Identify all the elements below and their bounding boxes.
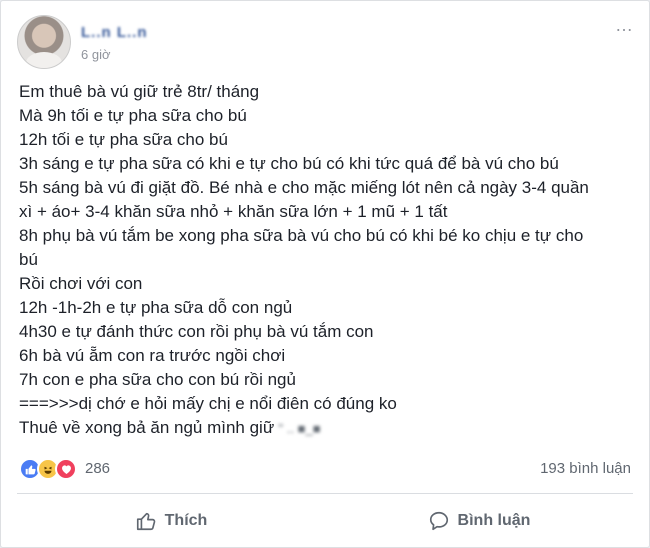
post-line: 8h phụ bà vú tắm be xong pha sữa bà vú c… [19,226,584,245]
post-line: 12h -1h-2h e tự pha sữa dỗ con ngủ [19,298,293,317]
post-line-last: Thuê về xong bả ăn ngủ mình giữ '' .. ■_■ [19,416,633,441]
thumbs-up-icon [136,512,155,531]
comment-icon [429,511,448,531]
post-line: 4h30 e tự đánh thức con rồi phụ bà vú tắ… [19,322,374,341]
comment-button-label: Bình luận [457,512,531,529]
divider [17,493,633,494]
like-button-label: Thích [164,512,208,529]
post-time[interactable]: 6 giờ [81,47,111,62]
blurred-text: '' .. ■_■ [278,421,321,436]
post-line: 12h tối e tự pha sữa cho bú [19,130,228,149]
love-reaction-icon [55,458,77,480]
post-line: xì + áo+ 3-4 khăn sữa nhỏ + khăn sữa lớn… [19,202,448,221]
reaction-count[interactable]: 286 [85,460,110,477]
post-line: ===>>>dị chớ e hỏi mấy chị e nổi điên có… [19,394,397,413]
like-button[interactable]: Thích [17,501,325,541]
comment-button[interactable]: Bình luận [325,501,633,541]
comment-count[interactable]: 193 bình luận [540,460,631,477]
post-line: 7h con e pha sữa cho con bú rồi ngủ [19,370,296,389]
post-line: Mà 9h tối e tự pha sữa cho bú [19,106,247,125]
post-line: bú [19,250,38,269]
more-options-icon[interactable]: … [615,16,633,34]
post-line: 5h sáng bà vú đi giặt đồ. Bé nhà e cho m… [19,178,589,197]
post-header: L..n L..n 6 giờ … [17,15,633,69]
post-line: Rồi chơi với con [19,274,143,293]
post-actions: Thích Bình luận [17,501,633,541]
post-line: 6h bà vú ẵm con ra trước ngồi chơi [19,346,286,365]
post-stats: 286 193 bình luận [19,458,633,482]
post-line: Em thuê bà vú giữ trẻ 8tr/ tháng [19,82,260,101]
author-avatar[interactable] [17,15,71,69]
post-body: Em thuê bà vú giữ trẻ 8tr/ tháng Mà 9h t… [19,80,633,441]
author-name[interactable]: L..n L..n [81,24,148,41]
post-line: 3h sáng e tự pha sữa có khi e tự cho bú … [19,154,559,173]
post-card: L..n L..n 6 giờ … Em thuê bà vú giữ trẻ … [0,0,650,548]
post-line-text: Thuê về xong bả ăn ngủ mình giữ [19,418,275,437]
